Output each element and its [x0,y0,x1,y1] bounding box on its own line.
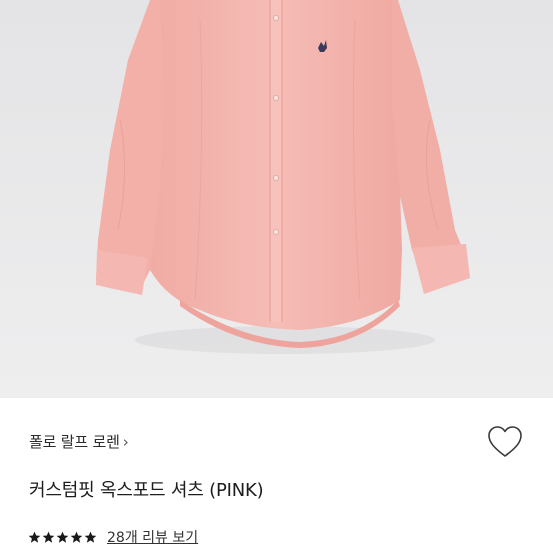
product-page: 폴로 랄프 로렌 › 커스텀핏 옥스포드 셔츠 (PINK) 28개 리뷰 보기 [0,0,553,553]
brand-link[interactable]: 폴로 랄프 로렌 › [29,431,129,452]
star-icon [28,531,41,543]
wishlist-button[interactable] [486,424,524,460]
brand-name: 폴로 랄프 로렌 [29,433,120,451]
star-rating [28,531,97,544]
star-icon [42,531,55,543]
heart-outline-icon [488,426,522,457]
shirt-illustration [0,0,553,398]
product-image[interactable] [0,0,553,398]
star-icon [84,531,97,543]
star-icon [56,531,69,543]
reviews-link[interactable]: 28개 리뷰 보기 [107,527,198,547]
product-title: 커스텀핏 옥스포드 셔츠 (PINK) [29,480,264,501]
product-info: 폴로 랄프 로렌 › 커스텀핏 옥스포드 셔츠 (PINK) 28개 리뷰 보기 [0,398,553,553]
rating-row: 28개 리뷰 보기 [28,527,198,547]
star-icon [70,531,83,543]
chevron-right-icon: › [122,433,129,451]
